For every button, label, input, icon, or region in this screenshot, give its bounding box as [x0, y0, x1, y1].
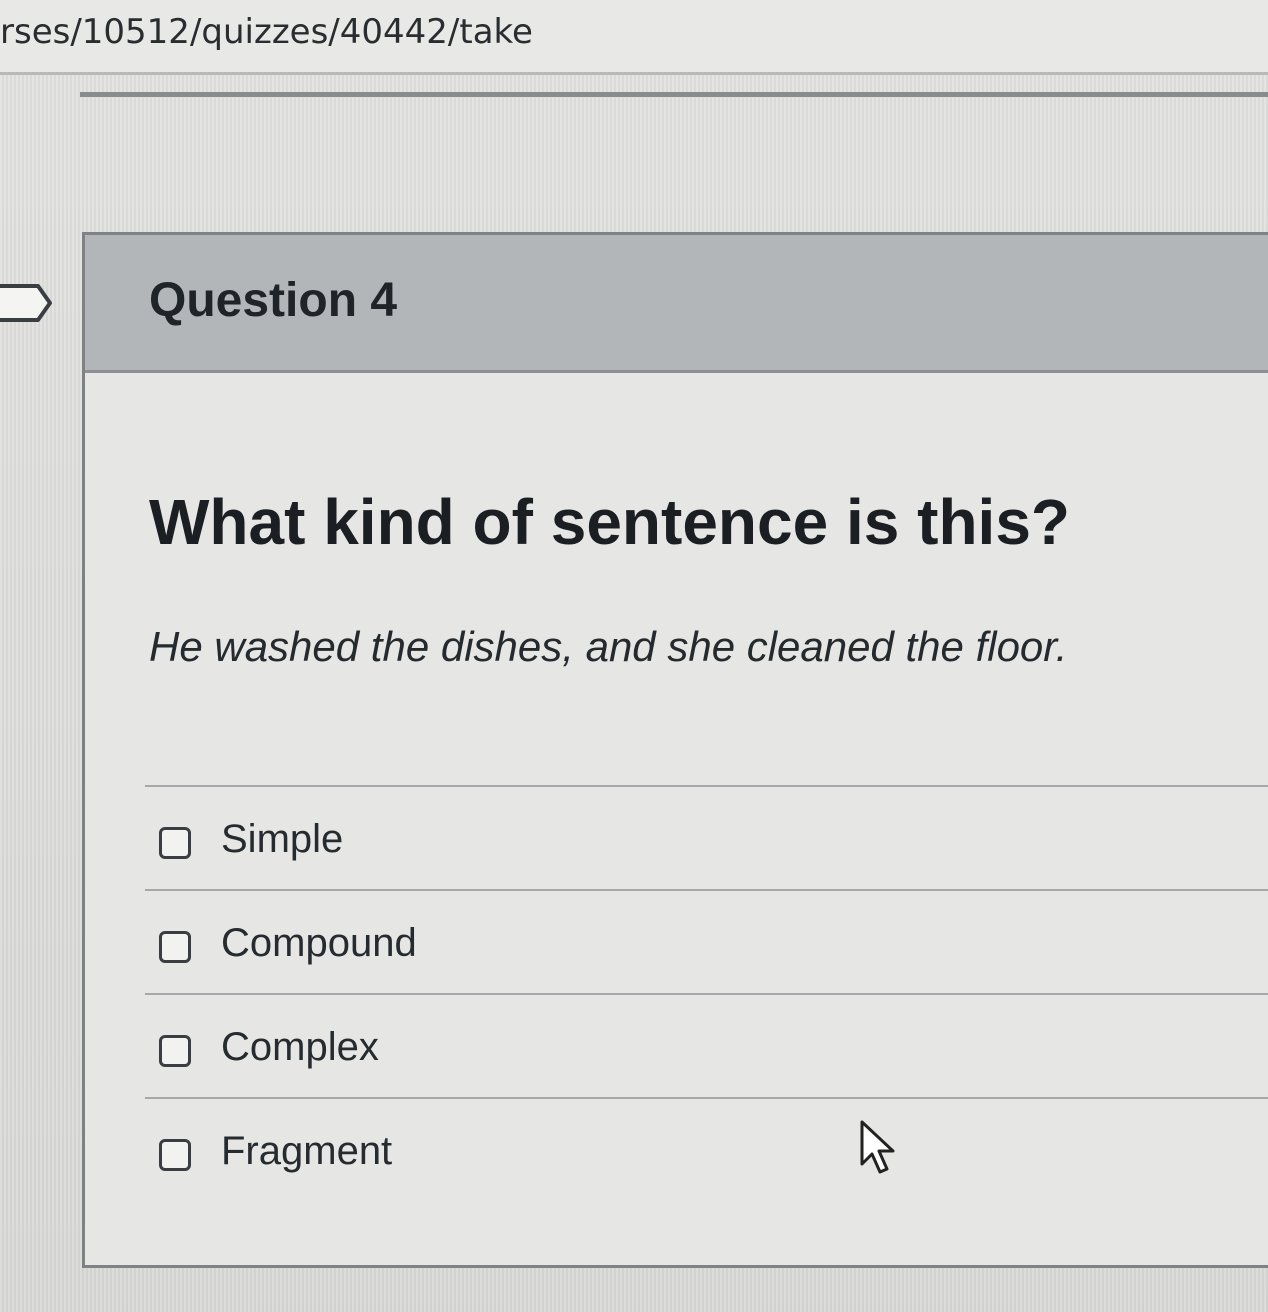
answer-option-fragment[interactable]: Fragment — [145, 1097, 1268, 1201]
question-title: Question 4 — [149, 274, 398, 327]
answer-option-compound[interactable]: Compound — [145, 889, 1268, 993]
question-sentence: He washed the dishes, and she cleaned th… — [149, 623, 1068, 670]
answer-label[interactable]: Complex — [221, 1025, 379, 1070]
checkbox[interactable] — [159, 827, 191, 859]
answer-option-simple[interactable]: Simple — [145, 785, 1268, 889]
checkbox[interactable] — [159, 931, 191, 963]
answer-option-complex[interactable]: Complex — [145, 993, 1268, 1097]
answer-list: Simple Compound Complex Fragment — [145, 785, 1268, 1201]
checkbox[interactable] — [159, 1139, 191, 1171]
mouse-pointer-icon — [860, 1120, 895, 1174]
toolbar-divider — [80, 92, 1268, 97]
question-prompt: What kind of sentence is this? — [149, 486, 1070, 558]
answer-label[interactable]: Compound — [221, 921, 417, 966]
checkbox[interactable] — [159, 1035, 191, 1067]
question-card: Question 4 What kind of sentence is this… — [82, 232, 1268, 1268]
answer-label[interactable]: Simple — [221, 817, 343, 862]
address-bar[interactable]: rses/10512/quizzes/40442/take — [0, 0, 1268, 75]
question-header: Question 4 — [85, 235, 1268, 373]
answer-label[interactable]: Fragment — [221, 1129, 392, 1174]
flag-icon[interactable] — [0, 283, 56, 323]
url-text[interactable]: rses/10512/quizzes/40442/take — [0, 12, 533, 52]
